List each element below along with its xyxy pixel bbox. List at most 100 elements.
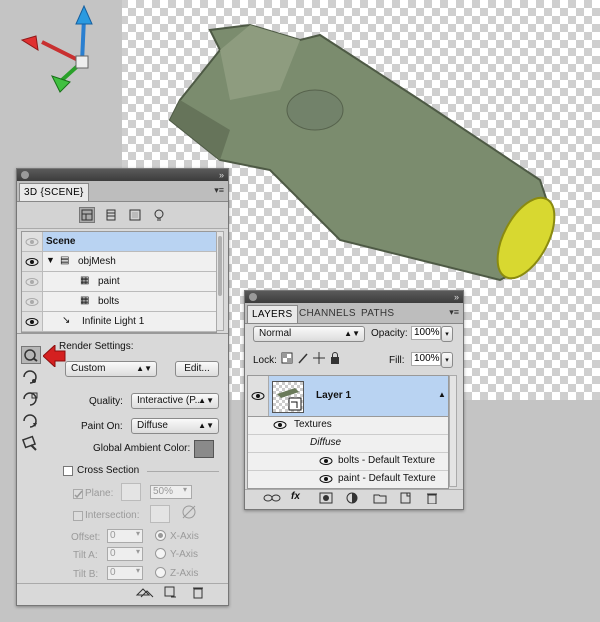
layer-style-fx-button[interactable]: fx bbox=[291, 491, 300, 502]
chevron-updown-icon: ▲▼ bbox=[198, 421, 214, 430]
quality-select[interactable]: Interactive (P... ▲▼ bbox=[131, 393, 219, 409]
visibility-eye-icon[interactable] bbox=[22, 232, 43, 251]
lock-all-icon[interactable] bbox=[329, 352, 341, 367]
new-group-icon[interactable] bbox=[373, 492, 387, 507]
texture-row[interactable]: bolts - Default Texture bbox=[248, 452, 448, 471]
texture-row[interactable]: paint - Default Texture bbox=[248, 470, 448, 488]
3d-axis-widget[interactable] bbox=[14, 4, 114, 94]
blend-mode-select[interactable]: Normal ▲▼ bbox=[253, 326, 365, 342]
list-item[interactable]: ▼ ▤ objMesh bbox=[22, 252, 216, 272]
collapse-icon[interactable]: » bbox=[219, 169, 224, 181]
flip-section-icon[interactable] bbox=[180, 503, 198, 524]
visibility-eye-icon[interactable] bbox=[22, 292, 43, 311]
new-light-icon[interactable] bbox=[163, 585, 179, 602]
trash-icon[interactable] bbox=[425, 492, 439, 507]
rotate-tool-icon[interactable] bbox=[21, 369, 41, 387]
visibility-eye-icon[interactable] bbox=[316, 470, 336, 488]
close-panel-button[interactable] bbox=[249, 293, 257, 301]
textures-label: Textures bbox=[294, 419, 332, 430]
visibility-eye-icon[interactable] bbox=[270, 416, 290, 434]
texture-label: bolts - Default Texture bbox=[338, 455, 436, 466]
scene-filter-button[interactable] bbox=[79, 207, 95, 223]
trash-icon[interactable] bbox=[191, 585, 205, 602]
tab-layers[interactable]: LAYERS bbox=[247, 305, 298, 323]
paint-item-label: paint bbox=[98, 276, 120, 287]
expand-triangle-icon[interactable]: ▼ bbox=[46, 255, 55, 265]
lock-transparency-icon[interactable] bbox=[281, 352, 293, 367]
collapse-icon[interactable]: » bbox=[454, 291, 459, 303]
diffuse-row[interactable]: Diffuse bbox=[248, 434, 448, 453]
bolts-item-label: bolts bbox=[98, 296, 120, 307]
panel-titlebar[interactable]: » bbox=[17, 169, 228, 181]
panel-menu-icon[interactable]: ▾≡ bbox=[214, 185, 224, 196]
chevron-down-icon[interactable]: ▾ bbox=[136, 547, 140, 556]
link-layers-icon[interactable] bbox=[263, 492, 281, 507]
chevron-down-icon[interactable]: ▾ bbox=[136, 529, 140, 538]
drag-tool-icon[interactable] bbox=[21, 413, 41, 431]
new-layer-icon[interactable] bbox=[399, 492, 413, 507]
toggle-extras-icon[interactable] bbox=[135, 585, 155, 602]
layer-row[interactable]: Layer 1 ▲ bbox=[248, 376, 448, 417]
cross-section-label: Cross Section bbox=[77, 465, 140, 476]
adjustment-layer-icon[interactable] bbox=[345, 492, 359, 507]
opacity-slider-button[interactable]: ▾ bbox=[441, 326, 453, 342]
fill-field[interactable]: 100% bbox=[411, 352, 441, 366]
chevron-down-icon[interactable]: ▾ bbox=[183, 485, 187, 494]
opacity-label: Opacity: bbox=[371, 328, 408, 339]
textures-row[interactable]: Textures bbox=[248, 416, 448, 435]
close-panel-button[interactable] bbox=[21, 171, 29, 179]
blend-mode-value: Normal bbox=[259, 328, 292, 339]
intersection-checkbox[interactable] bbox=[73, 511, 83, 521]
lock-position-icon[interactable] bbox=[313, 352, 325, 367]
add-mask-icon[interactable] bbox=[319, 492, 333, 507]
tab-channels[interactable]: CHANNELS bbox=[295, 305, 360, 322]
scene-tree-scrollbar[interactable] bbox=[216, 231, 224, 331]
layer-name: Layer 1 bbox=[316, 390, 352, 401]
x-axis-label: X-Axis bbox=[170, 531, 199, 542]
z-axis-radio[interactable] bbox=[155, 567, 166, 578]
expand-layer-icon[interactable]: ▲ bbox=[438, 390, 446, 399]
list-item[interactable]: ▦ paint bbox=[22, 272, 216, 292]
quality-label: Quality: bbox=[89, 396, 123, 407]
scene-settings-icon[interactable] bbox=[21, 346, 41, 364]
chevron-down-icon[interactable]: ▾ bbox=[136, 566, 140, 575]
tilt-b-label: Tilt B: bbox=[73, 569, 99, 580]
opacity-field[interactable]: 100% bbox=[411, 326, 441, 340]
render-preset-value: Custom bbox=[71, 363, 106, 374]
panel-titlebar[interactable]: » bbox=[245, 291, 463, 303]
plane-checkbox[interactable] bbox=[73, 489, 83, 499]
tab-3d-scene[interactable]: 3D {SCENE} bbox=[19, 183, 89, 201]
panel-menu-icon[interactable]: ▾≡ bbox=[449, 307, 459, 318]
x-axis-radio[interactable] bbox=[155, 530, 166, 541]
y-axis-radio[interactable] bbox=[155, 548, 166, 559]
layer-thumbnail[interactable] bbox=[272, 381, 304, 413]
fill-slider-button[interactable]: ▾ bbox=[441, 352, 453, 368]
roll-tool-icon[interactable] bbox=[21, 391, 41, 409]
intersection-color-swatch[interactable] bbox=[150, 505, 170, 523]
materials-filter-button[interactable] bbox=[127, 207, 143, 223]
paint-on-select[interactable]: Diffuse ▲▼ bbox=[131, 418, 219, 434]
plane-color-swatch[interactable] bbox=[121, 483, 141, 501]
layers-scrollbar[interactable] bbox=[449, 375, 457, 487]
quality-value: Interactive (P... bbox=[137, 395, 203, 406]
layers-panel: » LAYERS CHANNELS PATHS ▾≡ Normal ▲▼ Opac… bbox=[244, 290, 464, 510]
render-preset-select[interactable]: Custom ▲▼ bbox=[65, 361, 157, 377]
mesh-filter-button[interactable] bbox=[103, 207, 119, 223]
list-item[interactable]: ▦ bolts bbox=[22, 292, 216, 312]
edit-render-settings-button[interactable]: Edit... bbox=[175, 361, 219, 377]
tab-paths[interactable]: PATHS bbox=[357, 305, 398, 322]
visibility-eye-icon[interactable] bbox=[248, 376, 269, 416]
cross-section-checkbox[interactable] bbox=[63, 466, 73, 476]
visibility-eye-icon[interactable] bbox=[22, 272, 43, 291]
list-item[interactable]: ↘ Infinite Light 1 bbox=[22, 312, 216, 332]
3d-scene-panel: » 3D {SCENE} ▾≡ Scene ▼ ▤ objMesh ▦ pain… bbox=[16, 168, 229, 606]
lock-pixels-icon[interactable] bbox=[297, 352, 309, 367]
list-item[interactable]: Scene bbox=[22, 232, 216, 252]
visibility-eye-icon[interactable] bbox=[22, 252, 43, 271]
ambient-color-swatch[interactable] bbox=[194, 440, 214, 458]
intersection-label: Intersection: bbox=[85, 510, 140, 521]
paint-tool-icon[interactable] bbox=[21, 435, 41, 453]
lights-filter-button[interactable] bbox=[151, 207, 167, 223]
visibility-eye-icon[interactable] bbox=[316, 452, 336, 470]
visibility-eye-icon[interactable] bbox=[22, 312, 43, 331]
